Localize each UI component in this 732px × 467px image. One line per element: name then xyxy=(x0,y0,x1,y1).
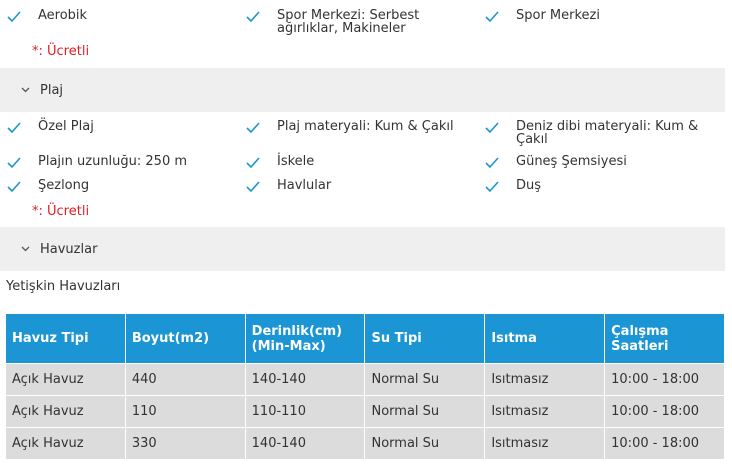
paid-note: *: Ücretli xyxy=(32,204,90,219)
feature-item: Aerobik xyxy=(7,9,237,23)
feature-item: Özel Plaj xyxy=(7,120,237,134)
feature-label: Havlular xyxy=(277,178,332,193)
column-header: Isıtma xyxy=(484,313,606,364)
chevron-down-icon xyxy=(21,87,30,93)
feature-label: Spor Merkezi xyxy=(516,8,600,23)
feature-label: Plajın uzunluğu: 250 m xyxy=(38,154,188,169)
feature-item: İskele xyxy=(246,155,482,169)
section-header-pools[interactable]: Havuzlar xyxy=(0,227,725,271)
table-cell: 110-110 xyxy=(244,395,366,428)
feature-item: Spor Merkezi xyxy=(485,9,715,23)
table-cell: Isıtmasız xyxy=(484,395,606,428)
column-header: Boyut(m2) xyxy=(124,313,246,364)
table-cell: 140-140 xyxy=(244,363,366,396)
feature-label: Şezlong xyxy=(38,178,90,193)
check-icon xyxy=(246,11,260,23)
column-header: Çalışma Saatleri xyxy=(604,313,725,364)
check-icon xyxy=(246,181,260,193)
feature-item: Deniz dibi materyali: Kum & Çakıl xyxy=(485,120,705,146)
feature-item: Duş xyxy=(485,179,715,193)
table-cell: Normal Su xyxy=(364,395,486,428)
check-icon xyxy=(246,122,260,134)
pool-table: Havuz Tipi Boyut(m2) Derinlik(cm) (Min-M… xyxy=(5,313,725,460)
table-cell: 10:00 - 18:00 xyxy=(604,427,725,460)
table-cell: 330 xyxy=(124,427,246,460)
feature-label: Özel Plaj xyxy=(38,119,94,134)
column-header: Derinlik(cm) (Min-Max) xyxy=(244,313,366,364)
check-icon xyxy=(246,157,260,169)
table-header-row: Havuz Tipi Boyut(m2) Derinlik(cm) (Min-M… xyxy=(5,313,725,364)
feature-label: Güneş Şemsiyesi xyxy=(516,154,627,169)
table-cell: Açık Havuz xyxy=(5,395,126,428)
section-header-beach[interactable]: Plaj xyxy=(0,68,725,112)
check-icon xyxy=(7,11,21,23)
section-title: Havuzlar xyxy=(40,241,98,257)
feature-item: Şezlong xyxy=(7,179,237,193)
table-cell: 10:00 - 18:00 xyxy=(604,395,725,428)
section-title: Plaj xyxy=(40,82,64,98)
pools-subtitle: Yetişkin Havuzları xyxy=(6,279,121,294)
feature-item: Spor Merkezi: Serbest ağırlıklar, Makine… xyxy=(246,9,482,35)
table-cell: 440 xyxy=(124,363,246,396)
column-header: Su Tipi xyxy=(364,313,486,364)
table-cell: 110 xyxy=(124,395,246,428)
feature-item: Havlular xyxy=(246,179,482,193)
table-cell: Normal Su xyxy=(364,427,486,460)
feature-item: Plaj materyali: Kum & Çakıl xyxy=(246,120,482,134)
table-cell: 10:00 - 18:00 xyxy=(604,363,725,396)
chevron-down-icon xyxy=(21,246,30,252)
check-icon xyxy=(485,11,499,23)
feature-label: Deniz dibi materyali: Kum & Çakıl xyxy=(516,119,699,147)
table-cell: 140-140 xyxy=(244,427,366,460)
paid-note: *: Ücretli xyxy=(32,44,90,59)
table-cell: Normal Su xyxy=(364,363,486,396)
table-cell: Açık Havuz xyxy=(5,363,126,396)
check-icon xyxy=(485,122,499,134)
feature-item: Güneş Şemsiyesi xyxy=(485,155,715,169)
feature-item: Plajın uzunluğu: 250 m xyxy=(7,155,237,169)
table-row: Açık Havuz 110 110-110 Normal Su Isıtmas… xyxy=(5,395,725,428)
check-icon xyxy=(485,157,499,169)
table-row: Açık Havuz 330 140-140 Normal Su Isıtmas… xyxy=(5,427,725,460)
table-cell: Açık Havuz xyxy=(5,427,126,460)
check-icon xyxy=(7,157,21,169)
feature-label: Aerobik xyxy=(38,8,88,23)
feature-label: Plaj materyali: Kum & Çakıl xyxy=(277,119,454,134)
table-cell: Isıtmasız xyxy=(484,363,606,396)
check-icon xyxy=(485,181,499,193)
table-row: Açık Havuz 440 140-140 Normal Su Isıtmas… xyxy=(5,363,725,396)
table-cell: Isıtmasız xyxy=(484,427,606,460)
check-icon xyxy=(7,181,21,193)
column-header: Havuz Tipi xyxy=(5,313,126,364)
check-icon xyxy=(7,122,21,134)
feature-label: Spor Merkezi: Serbest ağırlıklar, Makine… xyxy=(277,8,420,36)
feature-label: İskele xyxy=(277,154,315,169)
feature-label: Duş xyxy=(516,178,542,193)
